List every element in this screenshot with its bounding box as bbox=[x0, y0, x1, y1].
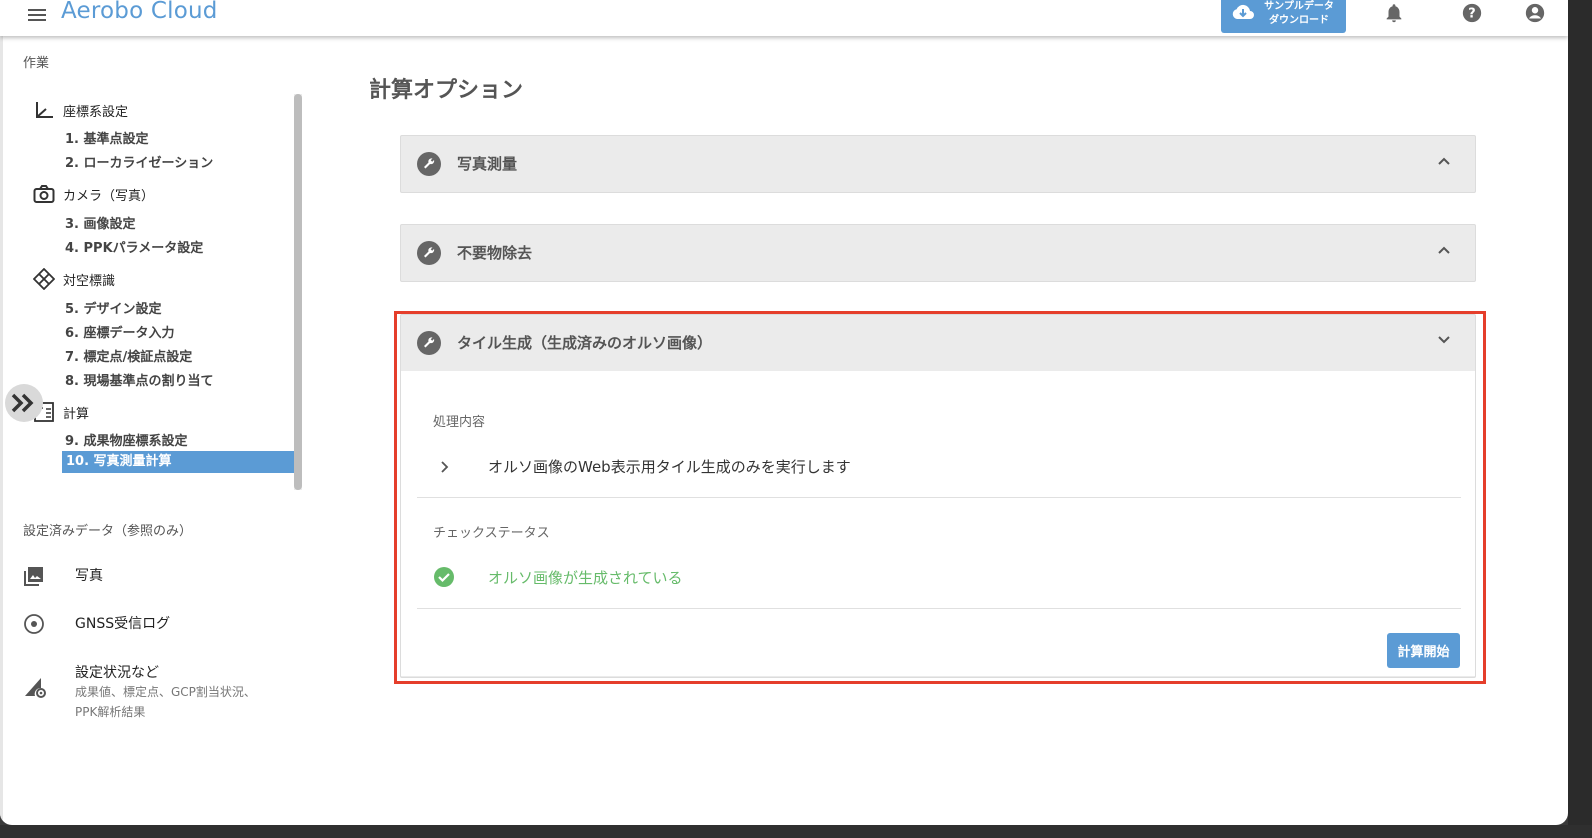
step-5[interactable]: 5. デザイン設定 bbox=[65, 298, 162, 317]
panel-title: 写真測量 bbox=[457, 155, 518, 173]
wrench-icon bbox=[417, 152, 441, 176]
panel-unwanted-removal: 不要物除去 bbox=[400, 224, 1476, 282]
start-calculation-button[interactable]: 計算開始 bbox=[1387, 633, 1460, 668]
group-coordinate-system: 座標系設定 bbox=[33, 100, 128, 120]
hamburger-menu-icon[interactable] bbox=[26, 4, 48, 26]
panel-photogrammetry: 写真測量 bbox=[400, 135, 1476, 193]
download-label: サンプルデータ ダウンロード bbox=[1264, 1, 1334, 26]
wrench-icon bbox=[417, 241, 441, 265]
sidebar: 作業 座標系設定 1. 基準点設定 2. ローカライゼーション カメラ（写真） … bbox=[0, 36, 302, 825]
sample-download-button[interactable]: サンプルデータ ダウンロード bbox=[1221, 0, 1346, 33]
chevron-right-icon bbox=[441, 460, 449, 473]
ref-item-gnss[interactable]: GNSS受信ログ bbox=[23, 613, 170, 639]
bell-icon[interactable] bbox=[1383, 2, 1405, 24]
divider bbox=[417, 497, 1461, 498]
process-label: 処理内容 bbox=[433, 415, 486, 430]
process-value: オルソ画像のWeb表示用タイル生成のみを実行します bbox=[488, 458, 851, 476]
ref-item-label: 設定状況など bbox=[75, 665, 159, 681]
step-3[interactable]: 3. 画像設定 bbox=[65, 213, 136, 232]
ref-item-settings-status[interactable]: 設定状況など 成果値、標定点、GCP割当状況、 PPK解析結果 bbox=[23, 662, 256, 722]
settings-signal-icon bbox=[25, 678, 46, 698]
work-section-title: 作業 bbox=[23, 56, 50, 71]
expand-sidebar-button[interactable] bbox=[5, 384, 43, 422]
step-7[interactable]: 7. 標定点/検証点設定 bbox=[65, 346, 192, 365]
group-label: カメラ（写真） bbox=[63, 188, 155, 204]
process-row: オルソ画像のWeb表示用タイル生成のみを実行します bbox=[433, 456, 851, 477]
divider bbox=[417, 608, 1461, 609]
help-icon[interactable]: ? bbox=[1461, 2, 1483, 24]
ref-item-photos[interactable]: 写真 bbox=[23, 565, 103, 591]
chevron-up-icon[interactable] bbox=[1437, 156, 1451, 166]
target-diamond-icon bbox=[33, 268, 55, 290]
panel-tile-generation: タイル生成（生成済みのオルソ画像） 処理内容 オルソ画像のWeb表示用タイル生成… bbox=[400, 314, 1476, 678]
sidebar-scrollbar[interactable] bbox=[294, 94, 302, 490]
panel-body: 処理内容 オルソ画像のWeb表示用タイル生成のみを実行します チェックステータス… bbox=[401, 371, 1475, 676]
step-10-active[interactable]: 10. 写真測量計算 bbox=[62, 451, 294, 473]
panel-header[interactable]: 不要物除去 bbox=[401, 225, 1475, 281]
account-icon[interactable] bbox=[1524, 2, 1546, 24]
chevron-down-icon[interactable] bbox=[1437, 335, 1451, 345]
step-8[interactable]: 8. 現場基準点の割り当て bbox=[65, 370, 214, 389]
ref-section-title: 設定済みデータ（参照のみ） bbox=[23, 524, 193, 539]
cloud-download-icon bbox=[1232, 4, 1254, 19]
status-row: オルソ画像が生成されている bbox=[433, 566, 683, 588]
double-chevron-right-icon bbox=[11, 393, 34, 413]
step-4[interactable]: 4. PPKパラメータ設定 bbox=[65, 237, 203, 256]
panel-header[interactable]: タイル生成（生成済みのオルソ画像） bbox=[401, 315, 1475, 371]
chevron-up-icon[interactable] bbox=[1437, 245, 1451, 255]
group-label: 座標系設定 bbox=[63, 104, 129, 120]
wrench-icon bbox=[417, 331, 441, 355]
group-camera: カメラ（写真） bbox=[33, 184, 154, 204]
group-target: 対空標識 bbox=[33, 268, 115, 290]
app-window: Aerobo Cloud サンプルデータ ダウンロード ? 作業 座標系設定 1… bbox=[0, 0, 1568, 825]
axis-icon bbox=[36, 102, 53, 118]
camera-icon bbox=[33, 185, 55, 203]
ref-item-label: GNSS受信ログ bbox=[75, 616, 171, 632]
group-label: 計算 bbox=[63, 406, 90, 422]
photo-icon bbox=[24, 567, 43, 586]
top-bar: Aerobo Cloud サンプルデータ ダウンロード ? bbox=[0, 0, 1568, 36]
page-title: 計算オプション bbox=[369, 78, 524, 103]
app-title[interactable]: Aerobo Cloud bbox=[61, 0, 218, 24]
status-label: チェックステータス bbox=[433, 526, 550, 541]
step-6[interactable]: 6. 座標データ入力 bbox=[65, 322, 175, 341]
panel-title: タイル生成（生成済みのオルソ画像） bbox=[457, 334, 713, 352]
svg-text:?: ? bbox=[1468, 7, 1475, 22]
background-strip bbox=[1568, 0, 1592, 838]
step-2[interactable]: 2. ローカライゼーション bbox=[65, 152, 213, 171]
background-strip bbox=[0, 825, 1592, 838]
group-label: 対空標識 bbox=[63, 273, 116, 289]
ref-item-label: 写真 bbox=[75, 568, 103, 584]
panel-header[interactable]: 写真測量 bbox=[401, 136, 1475, 192]
gnss-icon bbox=[24, 614, 44, 634]
ref-item-sublabel: 成果値、標定点、GCP割当状況、 PPK解析結果 bbox=[75, 685, 256, 719]
status-value: オルソ画像が生成されている bbox=[488, 568, 683, 587]
panel-title: 不要物除去 bbox=[457, 244, 533, 262]
check-circle-icon bbox=[434, 567, 454, 587]
step-1[interactable]: 1. 基準点設定 bbox=[65, 128, 149, 147]
step-9[interactable]: 9. 成果物座標系設定 bbox=[65, 430, 188, 449]
